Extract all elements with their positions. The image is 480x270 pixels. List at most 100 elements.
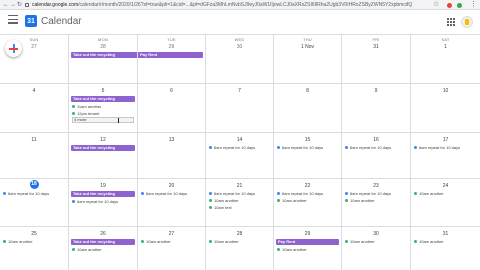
day-cell[interactable]: 22 6am repeat for 10 days 10am another (274, 179, 342, 227)
date-number[interactable]: 31 (342, 44, 410, 50)
browser-menu-icon[interactable]: ⋮ (470, 1, 477, 9)
day-cell[interactable]: 6 (138, 84, 206, 133)
event-item[interactable]: 10am text (209, 204, 271, 210)
bookmark-star-icon[interactable]: ☆ (433, 1, 439, 9)
account-avatar[interactable] (461, 16, 473, 28)
event-item[interactable]: 10am another (141, 238, 203, 244)
create-event-button[interactable] (5, 40, 22, 57)
today-date-number[interactable]: 18 (29, 180, 39, 189)
event-item[interactable]: 6am repeat for 10 days (3, 190, 66, 196)
event-item[interactable]: 10am another (209, 238, 271, 244)
date-number[interactable]: 15 (274, 137, 341, 143)
event-item[interactable]: 6am repeat for 10 days (72, 198, 135, 204)
date-number[interactable]: 28 (69, 44, 137, 50)
event-chip-recycling[interactable]: Take out the recycling (71, 96, 135, 102)
day-cell[interactable]: 28 10am another (206, 227, 274, 270)
date-number[interactable]: 29 (138, 44, 205, 50)
extension-icon-2[interactable] (457, 3, 462, 8)
event-chip-pay-rent[interactable]: Pay Rent (276, 239, 339, 245)
reload-icon[interactable]: ↻ (17, 1, 22, 9)
event-chip-recycling[interactable]: Take out the recycling (71, 145, 135, 151)
date-number[interactable]: 31 (411, 231, 480, 237)
day-cell[interactable]: 23 6am repeat for 10 days 10am another (342, 179, 411, 227)
date-number[interactable]: 12 (69, 137, 137, 143)
date-number[interactable]: 17 (411, 137, 480, 143)
date-number[interactable]: 7 (206, 88, 273, 94)
day-cell[interactable]: 25 10am another (0, 227, 69, 270)
day-cell[interactable]: 31 10am another (411, 227, 480, 270)
date-number[interactable]: 27 (138, 231, 205, 237)
event-item[interactable]: 11am another (72, 103, 135, 109)
day-cell[interactable]: 7 (206, 84, 274, 133)
url-bar[interactable]: calendar.google.com/calendar/r/month/202… (32, 2, 422, 8)
event-edit-box[interactable]: 4 more (72, 117, 134, 123)
event-item[interactable]: 6am repeat for 10 days (209, 190, 271, 196)
day-cell[interactable]: 26 Take out the recycling 10am another (69, 227, 138, 270)
event-item[interactable]: 12pm tenant (72, 110, 135, 116)
event-item[interactable]: 6am repeat for 10 days (345, 190, 408, 196)
day-cell[interactable]: 16 6am repeat for 10 days (342, 133, 411, 179)
event-item[interactable]: 10am another (345, 197, 408, 203)
event-item[interactable]: 10am another (414, 190, 478, 196)
event-item[interactable]: 10am another (209, 197, 271, 203)
event-item[interactable]: 10am another (277, 197, 339, 203)
day-cell[interactable]: FRI 31 (342, 35, 411, 84)
date-number[interactable]: 1 Nov (274, 44, 341, 50)
day-cell[interactable]: WED 30 (206, 35, 274, 84)
day-cell[interactable]: MON 28 Take out the recycling (69, 35, 138, 84)
apps-grid-icon[interactable] (447, 18, 455, 26)
back-icon[interactable]: ← (3, 1, 9, 9)
event-item[interactable]: 6am repeat for 10 days (277, 190, 339, 196)
date-number[interactable]: 11 (0, 137, 68, 143)
date-number[interactable]: 4 (0, 88, 68, 94)
day-cell[interactable]: 30 10am another (342, 227, 411, 270)
day-cell[interactable]: 4 (0, 84, 69, 133)
day-cell[interactable]: 9 (342, 84, 411, 133)
date-number[interactable]: 21 (206, 183, 273, 189)
main-menu-icon[interactable] (8, 15, 18, 24)
date-number[interactable]: 13 (138, 137, 205, 143)
date-number[interactable]: 6 (138, 88, 205, 94)
day-cell[interactable]: 19 Take out the recycling 6am repeat for… (69, 179, 138, 227)
event-item[interactable]: 10am another (414, 238, 478, 244)
event-item[interactable]: 6am repeat for 10 days (345, 144, 408, 150)
date-number[interactable]: 29 (274, 231, 341, 237)
day-cell[interactable]: 27 10am another (138, 227, 206, 270)
event-chip-recycling[interactable]: Take out the recycling (71, 239, 135, 245)
date-number[interactable]: 22 (274, 183, 341, 189)
day-cell[interactable]: 11 (0, 133, 69, 179)
event-item[interactable]: 10am another (277, 246, 339, 252)
day-cell[interactable]: 24 10am another (411, 179, 480, 227)
extension-icon[interactable] (447, 3, 452, 8)
day-cell[interactable]: 13 (138, 133, 206, 179)
event-chip-recycling[interactable]: Take out the recycling (71, 191, 135, 197)
day-cell[interactable]: 17 6am repeat for 10 days (411, 133, 480, 179)
event-chip-recycling[interactable]: Take out the recycling (71, 52, 137, 58)
day-cell[interactable]: 14 6am repeat for 10 days (206, 133, 274, 179)
date-number[interactable]: 30 (206, 44, 273, 50)
date-number[interactable]: 24 (411, 183, 480, 189)
date-number[interactable]: 19 (69, 183, 137, 189)
date-number[interactable]: 8 (274, 88, 341, 94)
day-cell[interactable]: 15 6am repeat for 10 days (274, 133, 342, 179)
day-cell[interactable]: TUE 29 Pay Rent (138, 35, 206, 84)
forward-icon[interactable]: → (10, 1, 16, 9)
date-number[interactable]: 10 (411, 88, 480, 94)
date-number[interactable]: 5 (69, 88, 137, 94)
date-number[interactable]: 1 (411, 44, 480, 50)
event-item[interactable]: 6am repeat for 10 days (141, 190, 203, 196)
day-cell[interactable]: 12 Take out the recycling (69, 133, 138, 179)
day-cell[interactable]: 8 (274, 84, 342, 133)
date-number[interactable]: 25 (0, 231, 68, 237)
day-cell[interactable]: SAT 1 (411, 35, 480, 84)
date-number[interactable]: 30 (342, 231, 410, 237)
day-cell[interactable]: THU 1 Nov (274, 35, 342, 84)
event-item[interactable]: 6am repeat for 10 days (209, 144, 271, 150)
event-item[interactable]: 10am another (345, 238, 408, 244)
day-cell[interactable]: 18 6am repeat for 10 days (0, 179, 69, 227)
day-cell[interactable]: 20 6am repeat for 10 days (138, 179, 206, 227)
day-cell[interactable]: 10 (411, 84, 480, 133)
date-number[interactable]: 9 (342, 88, 410, 94)
event-item[interactable]: 10am another (3, 238, 66, 244)
date-number[interactable]: 16 (342, 137, 410, 143)
